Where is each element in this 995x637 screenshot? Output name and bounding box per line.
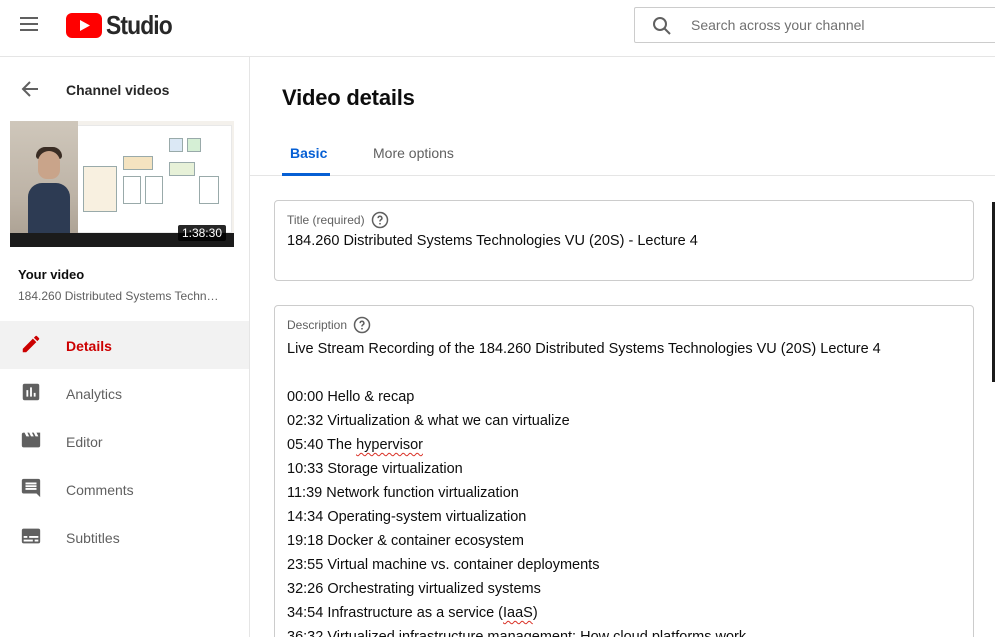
sidebar-item-label: Details bbox=[66, 338, 112, 354]
sidebar-item-label: Subtitles bbox=[66, 530, 120, 546]
title-field[interactable]: Title (required) 184.260 Distributed Sys… bbox=[274, 200, 974, 281]
logo-text: Studio bbox=[106, 9, 173, 40]
description-field-label: Description bbox=[287, 316, 371, 334]
back-to-channel-videos[interactable]: Channel videos bbox=[0, 57, 249, 121]
thumbnail-presenter bbox=[10, 121, 78, 247]
video-duration: 1:38:30 bbox=[177, 225, 226, 241]
description-field[interactable]: Description Live Stream Recording of the… bbox=[274, 305, 974, 637]
tab-label: Basic bbox=[290, 145, 328, 161]
description-line: 36:32 Virtualized infrastructure managem… bbox=[287, 629, 747, 637]
arrow-back-icon bbox=[21, 81, 38, 97]
top-bar: Studio bbox=[0, 0, 995, 57]
sidebar-item-label: Analytics bbox=[66, 386, 123, 402]
video-title-snippet: 184.260 Distributed Systems Techn… bbox=[18, 289, 219, 303]
video-thumbnail[interactable]: 1:38:30 bbox=[10, 121, 234, 247]
page-title: Video details bbox=[282, 85, 415, 110]
sidebar-item-comments[interactable]: Comments bbox=[0, 465, 249, 513]
description-line: 23:55 Virtual machine vs. container depl… bbox=[287, 557, 600, 573]
back-label: Channel videos bbox=[66, 82, 170, 98]
title-field-label: Title (required) bbox=[287, 211, 389, 229]
comment-icon bbox=[21, 478, 41, 498]
search-input[interactable] bbox=[691, 8, 991, 42]
description-line: 11:39 Network function virtualization bbox=[287, 485, 519, 501]
search-box[interactable] bbox=[634, 7, 995, 43]
help-icon[interactable] bbox=[353, 316, 371, 334]
title-input-value[interactable]: 184.260 Distributed Systems Technologies… bbox=[287, 233, 698, 249]
help-icon[interactable] bbox=[371, 211, 389, 229]
subtitles-icon bbox=[21, 528, 41, 544]
sidebar-item-label: Editor bbox=[66, 434, 103, 450]
description-line: 10:33 Storage virtualization bbox=[287, 461, 463, 477]
description-text[interactable]: Live Stream Recording of the 184.260 Dis… bbox=[287, 337, 881, 637]
pencil-icon bbox=[22, 335, 40, 353]
description-line bbox=[287, 361, 881, 385]
studio-logo[interactable]: Studio bbox=[66, 9, 181, 40]
clapperboard-icon bbox=[21, 432, 41, 448]
your-video-label: Your video bbox=[18, 267, 85, 282]
bar-chart-icon bbox=[22, 383, 40, 401]
tab-bar: Basic More options bbox=[250, 137, 995, 176]
description-line: 34:54 Infrastructure as a service (IaaS) bbox=[287, 605, 538, 621]
spellcheck-word: IaaS bbox=[503, 605, 533, 621]
description-line: 32:26 Orchestrating virtualized systems bbox=[287, 581, 541, 597]
sidebar-item-label: Comments bbox=[66, 482, 134, 498]
description-label-text: Description bbox=[287, 318, 348, 332]
description-line: Live Stream Recording of the 184.260 Dis… bbox=[287, 341, 881, 357]
spellcheck-word: hypervisor bbox=[356, 437, 423, 453]
tab-more-options[interactable]: More options bbox=[373, 137, 454, 176]
sidebar-item-analytics[interactable]: Analytics bbox=[0, 369, 249, 417]
description-line: 19:18 Docker & container ecosystem bbox=[287, 533, 524, 549]
description-line: 05:40 The hypervisor bbox=[287, 437, 423, 453]
sidebar: Channel videos 1:38:30 Your video 184.26… bbox=[0, 57, 250, 637]
tab-basic[interactable]: Basic bbox=[282, 137, 330, 176]
title-label-text: Title (required) bbox=[287, 213, 365, 227]
description-line: 02:32 Virtualization & what we can virtu… bbox=[287, 413, 570, 429]
thumbnail-slide bbox=[72, 125, 232, 233]
sidebar-item-subtitles[interactable]: Subtitles bbox=[0, 513, 249, 561]
youtube-logo-icon bbox=[66, 12, 102, 38]
tab-label: More options bbox=[373, 145, 454, 161]
search-icon bbox=[653, 17, 671, 35]
sidebar-item-details[interactable]: Details bbox=[0, 321, 249, 369]
description-line: 14:34 Operating-system virtualization bbox=[287, 509, 527, 525]
description-line: 00:00 Hello & recap bbox=[287, 389, 415, 405]
sidebar-item-editor[interactable]: Editor bbox=[0, 417, 249, 465]
main-content: Video details Basic More options Title (… bbox=[250, 57, 995, 637]
hamburger-menu-icon[interactable] bbox=[20, 17, 40, 33]
